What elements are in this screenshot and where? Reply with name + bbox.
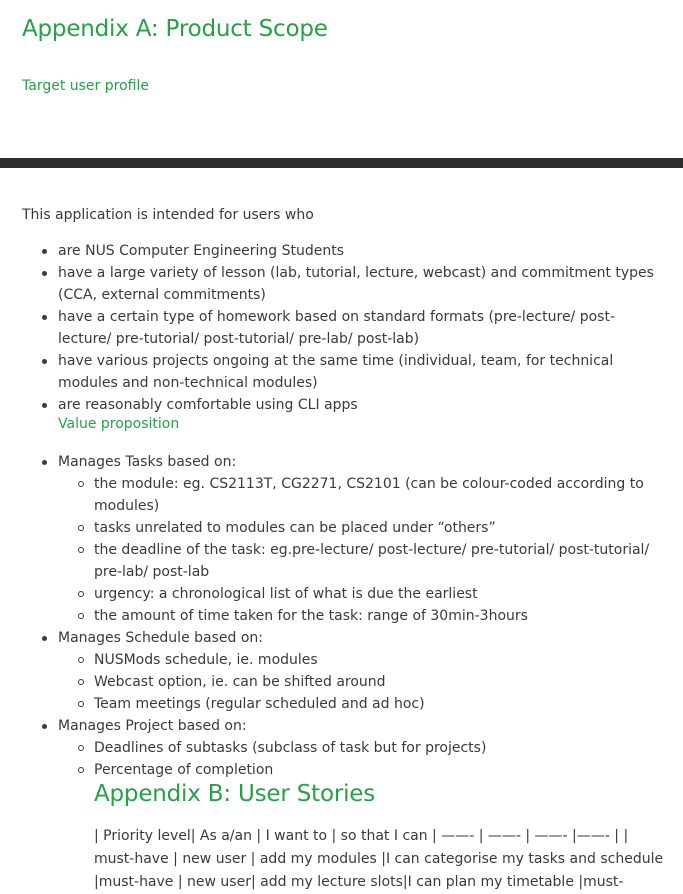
sub-list-item: Webcast option, ie. can be shifted aroun… — [0, 671, 664, 693]
list-item-schedule: Manages Schedule based on: — [0, 627, 664, 649]
schedule-label: Manages Schedule based on: — [58, 630, 264, 646]
list-item-tasks: Manages Tasks based on: — [0, 451, 664, 473]
intro-text: This application is intended for users w… — [22, 207, 314, 223]
sub-list-item: the module: eg. CS2113T, CG2271, CS2101 … — [0, 473, 664, 517]
sub-list-item: Percentage of completion — [0, 759, 664, 781]
list-item: are NUS Computer Engineering Students — [0, 240, 664, 262]
sub-list-item: the amount of time taken for the task: r… — [0, 605, 664, 627]
value-proposition-heading: Value proposition — [58, 416, 180, 432]
list-item: have various projects ongoing at the sam… — [0, 350, 664, 394]
sub-list-item: urgency: a chronological list of what is… — [0, 583, 664, 605]
target-user-heading: Target user profile — [22, 78, 149, 94]
appendix-a-title: Appendix A: Product Scope — [22, 16, 328, 42]
sub-list-item: NUSMods schedule, ie. modules — [0, 649, 664, 671]
sub-list-item: tasks unrelated to modules can be placed… — [0, 517, 664, 539]
list-item: have a large variety of lesson (lab, tut… — [0, 262, 664, 306]
sub-list-item: Deadlines of subtasks (subclass of task … — [0, 737, 664, 759]
sub-list-item: Team meetings (regular scheduled and ad … — [0, 693, 664, 715]
sub-list-item: the deadline of the task: eg.pre-lecture… — [0, 539, 664, 583]
divider-bar — [0, 158, 683, 168]
value-proposition-list: Manages Tasks based on: the module: eg. … — [0, 451, 664, 781]
appendix-b-title: Appendix B: User Stories — [94, 781, 376, 807]
list-item: have a certain type of homework based on… — [0, 306, 664, 350]
user-stories-text: | Priority level| As a/an | I want to | … — [94, 828, 664, 890]
target-user-list: are NUS Computer Engineering Students ha… — [0, 240, 664, 416]
list-item: are reasonably comfortable using CLI app… — [0, 394, 664, 416]
project-label: Manages Project based on: — [58, 718, 247, 734]
list-item-project: Manages Project based on: — [0, 715, 664, 737]
tasks-label: Manages Tasks based on: — [58, 454, 237, 470]
